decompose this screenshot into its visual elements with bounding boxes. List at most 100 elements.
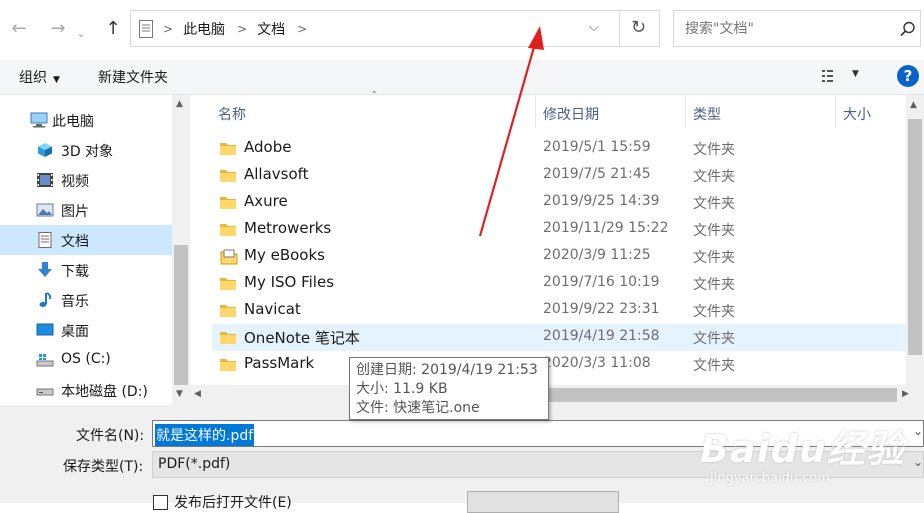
filetype-dropdown-icon[interactable]: ⌄ bbox=[913, 455, 923, 469]
document-icon bbox=[36, 232, 54, 248]
file-type: 文件夹 bbox=[693, 196, 735, 212]
horizontal-scrollbar[interactable]: ◀ ▶ bbox=[190, 385, 924, 405]
sidebar-item[interactable]: 此电脑 bbox=[0, 105, 172, 135]
file-row[interactable]: Allavsoft 2019/7/5 21:45 文件夹 bbox=[212, 162, 918, 189]
sidebar-item[interactable]: 桌面 bbox=[0, 315, 172, 345]
file-date: 2019/5/1 15:59 bbox=[543, 139, 651, 155]
refresh-icon[interactable]: ↻ bbox=[631, 17, 646, 38]
column-divider[interactable] bbox=[685, 95, 686, 128]
organize-menu[interactable]: 组织 ▼ bbox=[19, 67, 60, 87]
scroll-down-icon[interactable]: ▼ bbox=[176, 389, 183, 399]
navigation-pane: 此电脑 3D 对象视频图片文档下载音乐桌面 OS (C:) 本地磁盘 (D:) bbox=[0, 95, 190, 405]
sidebar-item-label: 文档 bbox=[61, 234, 89, 250]
windows-drive-icon bbox=[36, 352, 54, 368]
sidebar-item[interactable]: 图片 bbox=[0, 195, 172, 225]
sidebar-item-label: 视频 bbox=[61, 174, 89, 190]
sidebar-item[interactable]: 音乐 bbox=[0, 285, 172, 315]
file-date: 2019/11/29 15:22 bbox=[543, 220, 669, 236]
forward-button[interactable]: → bbox=[47, 18, 69, 40]
column-header-name[interactable]: 名称 bbox=[218, 95, 246, 137]
filename-value[interactable]: 就是这样的.pdf bbox=[155, 424, 255, 446]
file-row[interactable]: Navicat 2019/9/22 23:31 文件夹 bbox=[212, 297, 918, 324]
scroll-up-icon[interactable]: ▲ bbox=[176, 99, 183, 109]
list-scrollbar[interactable]: ▲ bbox=[906, 95, 924, 385]
column-header-date[interactable]: 修改日期 bbox=[543, 95, 599, 137]
file-date: 2019/7/5 21:45 bbox=[543, 166, 651, 182]
download-icon bbox=[36, 262, 54, 278]
address-bar[interactable]: > 此电脑 > 文档 > ⌵ ↻ bbox=[130, 10, 660, 47]
sidebar-item[interactable]: 下载 bbox=[0, 255, 172, 285]
file-type: 文件夹 bbox=[693, 304, 735, 320]
search-icon[interactable] bbox=[900, 21, 916, 37]
drive-icon bbox=[36, 382, 54, 398]
folder-icon bbox=[220, 303, 236, 317]
scroll-left-icon[interactable]: ◀ bbox=[194, 389, 201, 399]
sidebar-item[interactable]: 本地磁盘 (D:) bbox=[0, 375, 172, 405]
sidebar-item[interactable]: OS (C:) bbox=[0, 345, 172, 375]
breadcrumb-separator-icon[interactable]: > bbox=[237, 22, 247, 36]
list-scrollbar-thumb[interactable] bbox=[908, 119, 922, 355]
file-type: 文件夹 bbox=[693, 331, 735, 347]
view-dropdown-icon[interactable]: ▼ bbox=[852, 69, 859, 79]
file-row[interactable]: Adobe 2019/5/1 15:59 文件夹 bbox=[212, 135, 918, 162]
file-type: 文件夹 bbox=[693, 223, 735, 239]
shared-folder-icon bbox=[220, 249, 238, 265]
column-header-type[interactable]: 类型 bbox=[693, 95, 721, 137]
back-button[interactable]: ← bbox=[8, 18, 30, 40]
sidebar-item-label: 音乐 bbox=[61, 294, 89, 310]
file-row[interactable]: My eBooks 2020/3/9 11:25 文件夹 bbox=[212, 243, 918, 270]
sidebar-item-label: OS (C:) bbox=[61, 351, 111, 367]
folder-icon bbox=[220, 357, 236, 371]
chevron-down-icon: ▼ bbox=[53, 75, 60, 85]
nav-scrollbar-thumb[interactable] bbox=[174, 245, 188, 385]
video-icon bbox=[36, 172, 54, 188]
nav-scrollbar[interactable]: ▲ ▼ bbox=[172, 95, 190, 405]
file-name: Allavsoft bbox=[244, 165, 309, 183]
file-row[interactable]: Metrowerks 2019/11/29 15:22 文件夹 bbox=[212, 216, 918, 243]
up-button[interactable]: ↑ bbox=[102, 18, 124, 40]
breadcrumb-separator-icon[interactable]: > bbox=[163, 22, 173, 36]
search-box[interactable] bbox=[673, 10, 921, 47]
address-dropdown-icon[interactable]: ⌵ bbox=[589, 20, 599, 35]
sort-ascending-icon: ⌃ bbox=[370, 90, 379, 101]
sidebar-item[interactable]: 3D 对象 bbox=[0, 135, 172, 165]
file-name: Adobe bbox=[244, 138, 292, 156]
sidebar-item-label: 桌面 bbox=[61, 324, 89, 340]
file-date: 2019/9/22 23:31 bbox=[543, 301, 660, 317]
sidebar-item[interactable]: 视频 bbox=[0, 165, 172, 195]
file-name: OneNote 笔记本 bbox=[244, 329, 360, 347]
open-after-publish-label[interactable]: 发布后打开文件(E) bbox=[174, 492, 292, 512]
cube-icon bbox=[36, 142, 54, 158]
horizontal-scrollbar-thumb[interactable] bbox=[545, 388, 897, 402]
folder-icon bbox=[220, 168, 236, 182]
breadcrumb-documents[interactable]: 文档 bbox=[257, 19, 285, 39]
help-icon[interactable]: ? bbox=[897, 65, 919, 87]
file-row[interactable]: Axure 2019/9/25 14:39 文件夹 bbox=[212, 189, 918, 216]
file-row[interactable]: My ISO Files 2019/7/16 10:19 文件夹 bbox=[212, 270, 918, 297]
search-input[interactable] bbox=[683, 19, 887, 38]
column-divider[interactable] bbox=[835, 95, 836, 128]
command-bar: 组织 ▼ 新建文件夹 ▼ ? bbox=[0, 60, 924, 95]
file-type: 文件夹 bbox=[693, 142, 735, 158]
recent-locations-chevron-icon[interactable]: ⌄ bbox=[74, 23, 88, 45]
scroll-right-icon[interactable]: ▶ bbox=[902, 389, 909, 399]
filename-dropdown-icon[interactable]: ⌄ bbox=[913, 424, 923, 438]
file-info-tooltip: 创建日期: 2019/4/19 21:53 大小: 11.9 KB 文件: 快速… bbox=[349, 357, 549, 420]
red-annotation-arrow bbox=[478, 26, 544, 237]
folder-icon bbox=[220, 222, 236, 236]
file-date: 2019/9/25 14:39 bbox=[543, 193, 660, 209]
breadcrumb-this-pc[interactable]: 此电脑 bbox=[183, 19, 225, 39]
scroll-up-icon[interactable]: ▲ bbox=[910, 100, 917, 110]
sidebar-item[interactable]: 文档 bbox=[0, 225, 172, 255]
options-button[interactable] bbox=[467, 491, 619, 513]
breadcrumb-separator-icon[interactable]: > bbox=[297, 22, 307, 36]
file-row[interactable]: OneNote 笔记本 2019/4/19 21:58 文件夹 bbox=[212, 324, 918, 351]
column-header-size[interactable]: 大小 bbox=[843, 95, 871, 137]
new-folder-button[interactable]: 新建文件夹 bbox=[98, 67, 168, 87]
view-options-icon[interactable] bbox=[822, 69, 840, 87]
file-date: 2020/3/9 11:25 bbox=[543, 247, 651, 263]
baidu-watermark: Baidu经验 jingyan.baidu.com bbox=[700, 418, 905, 486]
file-row[interactable]: PassMark 2020/3/3 11:08 文件夹 bbox=[212, 351, 918, 378]
file-name: Metrowerks bbox=[244, 219, 332, 237]
watermark-url: jingyan.baidu.com bbox=[710, 471, 830, 486]
